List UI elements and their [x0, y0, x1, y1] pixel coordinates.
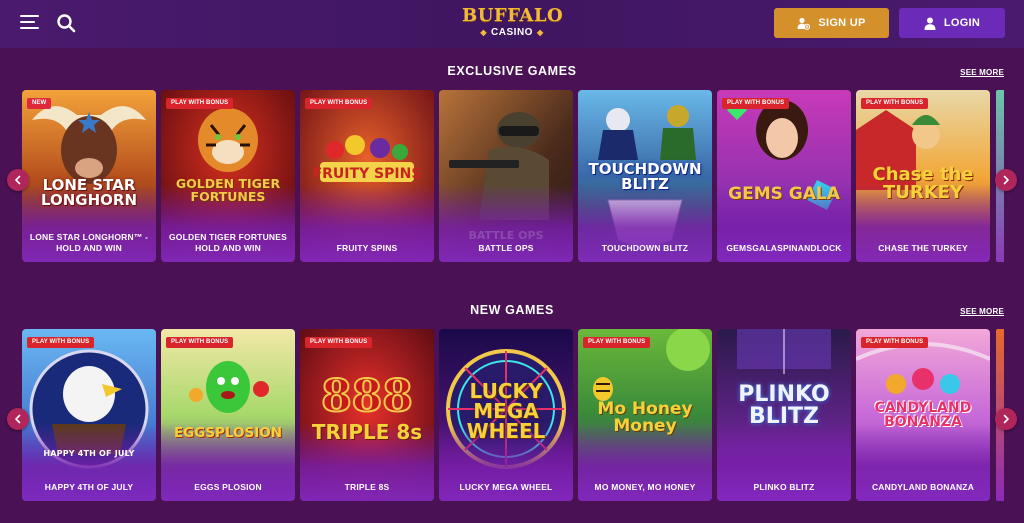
game-logo-text: CANDYLAND BONANZA	[874, 400, 972, 430]
game-card-fruity-spins[interactable]: FRUITY SPINS PLAY WITH BONUS FRUITY SPIN…	[300, 90, 434, 262]
top-navigation-bar: BUFFALO ◆ CASINO ◆ SIGN UP LOGIN	[0, 0, 1024, 48]
new-games-carousel: HAPPY 4TH OF JULY PLAY WITH BONUS HAPPY …	[0, 329, 1024, 501]
carousel-next-button[interactable]	[995, 408, 1017, 430]
game-card-golden-tiger-fortunes[interactable]: GOLDEN TIGER FORTUNES PLAY WITH BONUS GO…	[161, 90, 295, 262]
section-title-exclusive-games: EXCLUSIVE GAMES	[447, 64, 577, 78]
play-with-bonus-badge: PLAY WITH BONUS	[166, 337, 234, 348]
game-logo-text: LONE STAR LONGHORN	[40, 176, 138, 209]
play-with-bonus-badge: PLAY WITH BONUS	[861, 337, 929, 348]
play-with-bonus-badge: PLAY WITH BONUS	[305, 337, 373, 348]
logo-subtitle: CASINO	[491, 27, 533, 38]
game-card-lucky-mega-wheel[interactable]: LUCKY MEGA WHEEL LUCKY MEGA WHEEL	[439, 329, 573, 501]
game-title: TRIPLE 8S	[344, 482, 390, 492]
play-with-bonus-badge: PLAY WITH BONUS	[166, 98, 234, 109]
game-logo-text: PLINKO BLITZ	[738, 382, 830, 429]
game-logo-text: TOUCHDOWN BLITZ	[588, 160, 702, 193]
game-logo-text: GOLDEN TIGER FORTUNES	[175, 176, 281, 204]
game-card-triple-8s[interactable]: 888 TRIPLE 8s PLAY WITH BONUS TRIPLE 8S	[300, 329, 434, 501]
game-logo-text: BATTLE OPS	[468, 229, 544, 242]
sign-up-label: SIGN UP	[818, 17, 866, 29]
game-title: LUCKY MEGA WHEEL	[459, 482, 553, 492]
sign-up-button[interactable]: SIGN UP	[774, 8, 889, 38]
new-badge: NEW	[27, 98, 52, 109]
game-title: PLINKO BLITZ	[753, 482, 815, 492]
carousel-prev-button[interactable]	[7, 408, 29, 430]
exclusive-games-carousel: LONE STAR LONGHORN NEW LONE STAR LONGHOR…	[0, 90, 1024, 262]
game-title: TOUCHDOWN BLITZ	[601, 243, 689, 253]
game-logo-text: HAPPY 4TH OF JULY	[43, 449, 135, 458]
game-logo-text: Chase the TURKEY	[872, 164, 974, 203]
see-more-exclusive-link[interactable]: SEE MORE	[960, 68, 1004, 77]
play-with-bonus-badge: PLAY WITH BONUS	[722, 98, 790, 109]
game-logo-text: Mo Honey Money	[597, 399, 693, 436]
see-more-new-link[interactable]: SEE MORE	[960, 307, 1004, 316]
game-card-happy-4th-of-july[interactable]: HAPPY 4TH OF JULY PLAY WITH BONUS HAPPY …	[22, 329, 156, 501]
hamburger-menu-icon[interactable]	[20, 15, 39, 30]
login-label: LOGIN	[943, 17, 981, 29]
game-card-candyland-bonanza[interactable]: CANDYLAND BONANZA PLAY WITH BONUS CANDYL…	[856, 329, 990, 501]
game-title: CHASE THE TURKEY	[878, 243, 968, 253]
user-icon	[924, 17, 936, 30]
game-card-gems-gala[interactable]: GEMS GALA PLAY WITH BONUS GEMSGALASPINAN…	[717, 90, 851, 262]
game-logo-text: EGGSPLOSION	[173, 425, 283, 441]
game-title: CANDYLAND BONANZA	[871, 482, 975, 492]
chevron-right-icon	[1003, 175, 1009, 185]
game-title: GOLDEN TIGER FORTUNES HOLD AND WIN	[168, 232, 287, 253]
play-with-bonus-badge: PLAY WITH BONUS	[27, 337, 95, 348]
chevron-left-icon	[15, 414, 21, 424]
game-card-touchdown-blitz[interactable]: TOUCHDOWN BLITZ TOUCHDOWN BLITZ	[578, 90, 712, 262]
game-card-chase-the-turkey[interactable]: Chase the TURKEY PLAY WITH BONUS CHASE T…	[856, 90, 990, 262]
section-title-new-games: NEW GAMES	[470, 303, 554, 317]
game-title: BATTLE OPS	[478, 243, 534, 253]
game-logo-text: LUCKY MEGA WHEEL	[466, 379, 546, 443]
chevron-left-icon	[15, 175, 21, 185]
carousel-next-button[interactable]	[995, 169, 1017, 191]
login-button[interactable]: LOGIN	[899, 8, 1005, 38]
chevron-right-icon	[1003, 414, 1009, 424]
play-with-bonus-badge: PLAY WITH BONUS	[305, 98, 373, 109]
game-card-eggs-plosion[interactable]: EGGSPLOSION PLAY WITH BONUS EGGS PLOSION	[161, 329, 295, 501]
game-title: MO MONEY, MO HONEY	[594, 482, 696, 492]
search-icon[interactable]	[56, 13, 76, 33]
diamond-icon: ◆	[536, 28, 544, 37]
buffalo-casino-logo[interactable]: BUFFALO ◆ CASINO ◆	[462, 5, 564, 43]
game-card-mo-money-mo-honey[interactable]: Mo Honey Money PLAY WITH BONUS MO MONEY,…	[578, 329, 712, 501]
game-title: LONE STAR LONGHORN™ - HOLD AND WIN	[29, 232, 149, 253]
game-logo-text: GEMS GALA	[728, 184, 840, 204]
game-title: EGGS PLOSION	[194, 482, 262, 492]
logo-wordmark: BUFFALO	[462, 5, 564, 26]
game-logo-text: FRUITY SPINS	[312, 166, 422, 182]
play-with-bonus-badge: PLAY WITH BONUS	[583, 337, 651, 348]
game-card-plinko-blitz[interactable]: PLINKO BLITZ PLINKO BLITZ	[717, 329, 851, 501]
game-title: HAPPY 4TH OF JULY	[44, 482, 134, 492]
game-card-lone-star-longhorn[interactable]: LONE STAR LONGHORN NEW LONE STAR LONGHOR…	[22, 90, 156, 262]
carousel-prev-button[interactable]	[7, 169, 29, 191]
game-title: FRUITY SPINS	[336, 243, 398, 253]
game-card-battle-ops[interactable]: BATTLE OPS BATTLE OPS	[439, 90, 573, 262]
user-plus-icon	[797, 17, 811, 30]
play-with-bonus-badge: PLAY WITH BONUS	[861, 98, 929, 109]
diamond-icon: ◆	[480, 28, 488, 37]
game-title: GEMSGALASPINANDLOCK	[726, 243, 842, 253]
game-logo-text: TRIPLE 8s	[311, 420, 423, 444]
